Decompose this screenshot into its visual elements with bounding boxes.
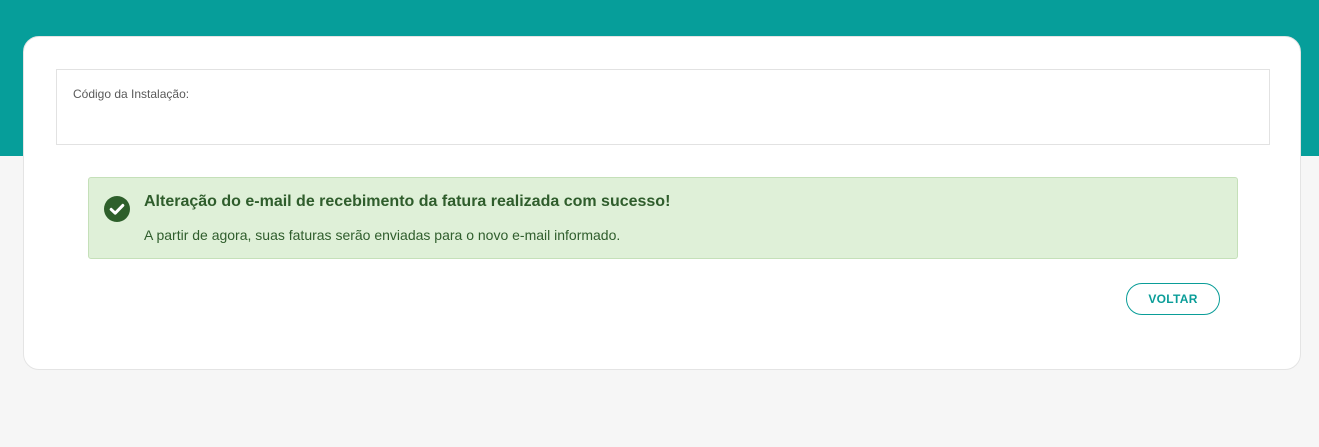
success-alert-title: Alteração do e-mail de recebimento da fa… xyxy=(144,193,671,210)
installation-code-label: Código da Instalação: xyxy=(73,87,190,101)
success-alert: Alteração do e-mail de recebimento da fa… xyxy=(88,177,1238,259)
check-circle-icon xyxy=(104,196,130,222)
back-button[interactable]: VOLTAR xyxy=(1126,283,1220,315)
success-alert-message: A partir de agora, suas faturas serão en… xyxy=(144,227,621,243)
installation-code-panel: Código da Instalação: xyxy=(56,69,1270,145)
main-card: Código da Instalação: Alteração do e-mai… xyxy=(23,36,1301,370)
